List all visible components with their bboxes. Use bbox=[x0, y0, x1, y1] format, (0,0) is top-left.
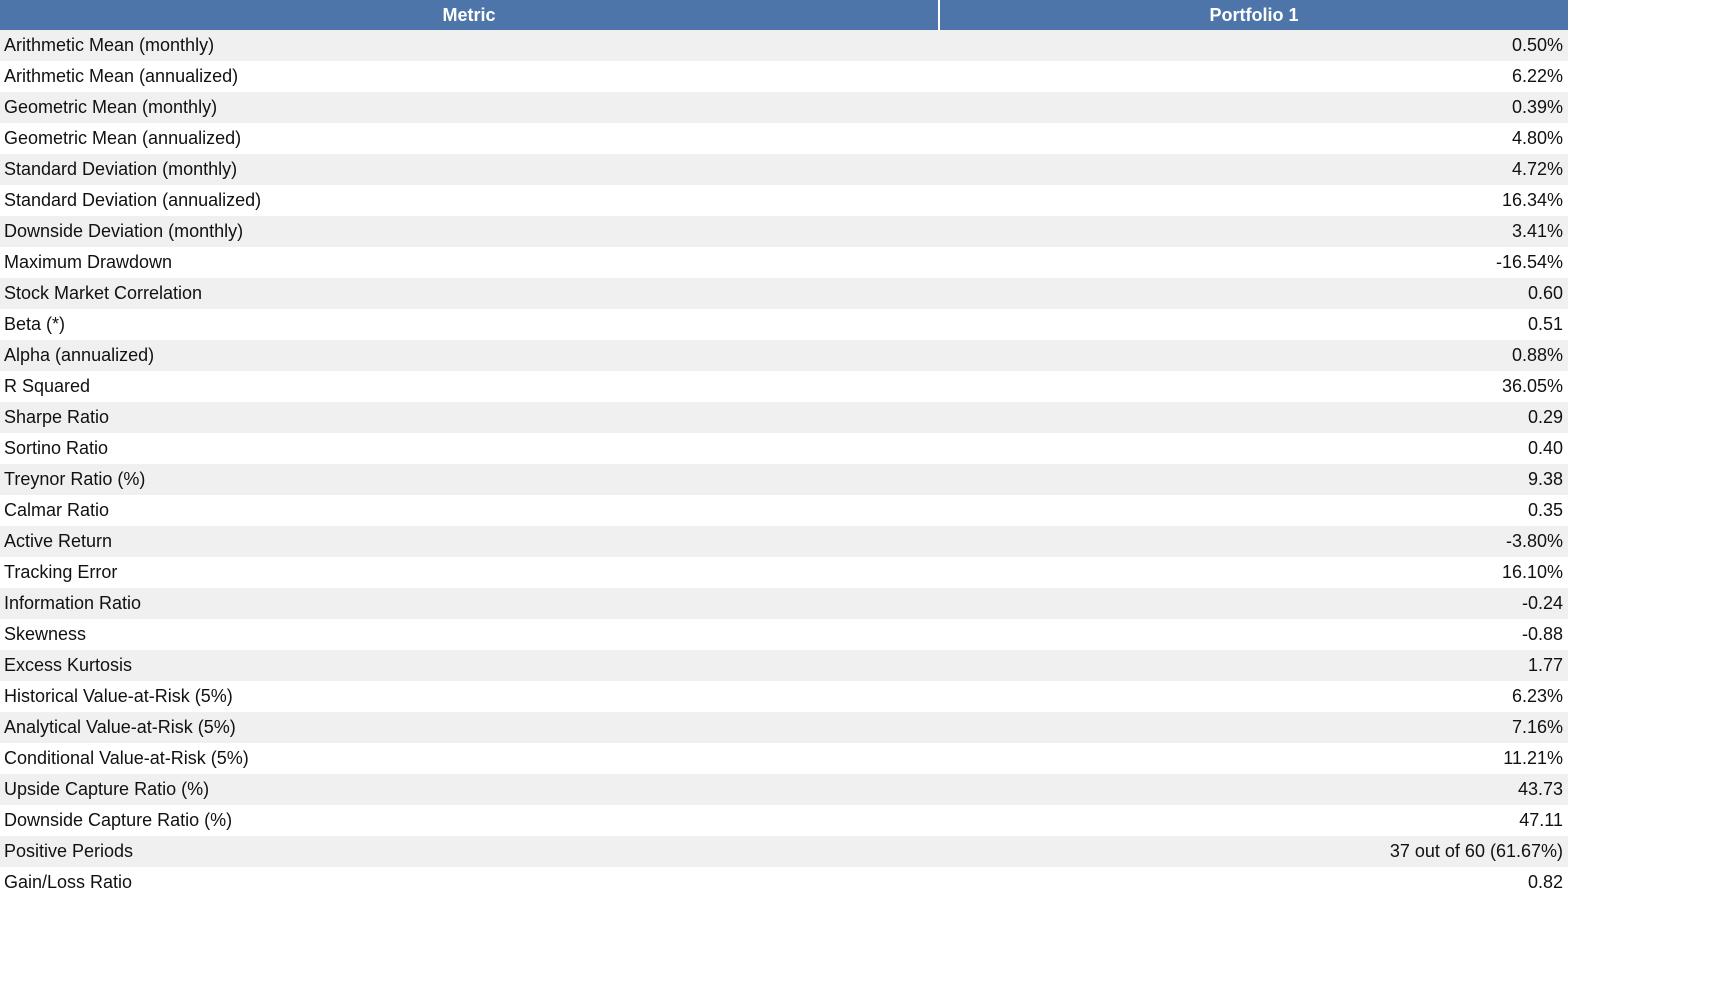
metric-value-cell: -16.54% bbox=[939, 247, 1568, 278]
metric-name-cell: Excess Kurtosis bbox=[0, 650, 939, 681]
metric-name-cell: Alpha (annualized) bbox=[0, 340, 939, 371]
table-row: Positive Periods 37 out of 60 (61.67%) bbox=[0, 836, 1568, 867]
metric-name-cell: Calmar Ratio bbox=[0, 495, 939, 526]
column-header-metric[interactable]: Metric bbox=[0, 0, 940, 30]
metric-name-cell: Geometric Mean (annualized) bbox=[0, 123, 939, 154]
metric-name-cell: Beta (*) bbox=[0, 309, 939, 340]
metric-name-cell: Analytical Value-at-Risk (5%) bbox=[0, 712, 939, 743]
metric-value-cell: -3.80% bbox=[939, 526, 1568, 557]
table-row: Downside Deviation (monthly) 3.41% bbox=[0, 216, 1568, 247]
table-row: Active Return -3.80% bbox=[0, 526, 1568, 557]
metric-name-cell: Information Ratio bbox=[0, 588, 939, 619]
metric-value-cell: 0.39% bbox=[939, 92, 1568, 123]
table-header: Metric Portfolio 1 bbox=[0, 0, 1568, 30]
metric-name-cell: Conditional Value-at-Risk (5%) bbox=[0, 743, 939, 774]
metric-name-cell: Historical Value-at-Risk (5%) bbox=[0, 681, 939, 712]
metric-name-cell: Maximum Drawdown bbox=[0, 247, 939, 278]
metric-value-cell: 11.21% bbox=[939, 743, 1568, 774]
table-row: Geometric Mean (annualized) 4.80% bbox=[0, 123, 1568, 154]
metric-value-cell: 16.34% bbox=[939, 185, 1568, 216]
metric-name-cell: Standard Deviation (annualized) bbox=[0, 185, 939, 216]
table-row: Downside Capture Ratio (%) 47.11 bbox=[0, 805, 1568, 836]
table-row: Standard Deviation (monthly) 4.72% bbox=[0, 154, 1568, 185]
column-header-portfolio-1[interactable]: Portfolio 1 bbox=[939, 0, 1568, 30]
risk-metrics-table-container: Metric Portfolio 1 Arithmetic Mean (mont… bbox=[0, 0, 1568, 898]
metric-value-cell: 6.23% bbox=[939, 681, 1568, 712]
metric-value-cell: 0.51 bbox=[939, 309, 1568, 340]
table-row: Excess Kurtosis 1.77 bbox=[0, 650, 1568, 681]
risk-metrics-table: Metric Portfolio 1 Arithmetic Mean (mont… bbox=[0, 0, 1568, 898]
metric-value-cell: 43.73 bbox=[939, 774, 1568, 805]
metric-value-cell: 0.88% bbox=[939, 340, 1568, 371]
metric-value-cell: 0.82 bbox=[939, 867, 1568, 898]
metric-value-cell: 16.10% bbox=[939, 557, 1568, 588]
table-row: Sortino Ratio 0.40 bbox=[0, 433, 1568, 464]
metric-name-cell: Arithmetic Mean (monthly) bbox=[0, 30, 939, 61]
table-row: Geometric Mean (monthly) 0.39% bbox=[0, 92, 1568, 123]
metric-value-cell: 1.77 bbox=[939, 650, 1568, 681]
metric-name-cell: Downside Capture Ratio (%) bbox=[0, 805, 939, 836]
table-row: Sharpe Ratio 0.29 bbox=[0, 402, 1568, 433]
table-row: Stock Market Correlation 0.60 bbox=[0, 278, 1568, 309]
metric-value-cell: 0.60 bbox=[939, 278, 1568, 309]
metric-name-cell: Arithmetic Mean (annualized) bbox=[0, 61, 939, 92]
metric-value-cell: 7.16% bbox=[939, 712, 1568, 743]
metric-value-cell: -0.88 bbox=[939, 619, 1568, 650]
table-row: Skewness -0.88 bbox=[0, 619, 1568, 650]
metric-value-cell: 0.35 bbox=[939, 495, 1568, 526]
metric-name-cell: Treynor Ratio (%) bbox=[0, 464, 939, 495]
metric-name-cell: Sortino Ratio bbox=[0, 433, 939, 464]
metric-value-cell: 6.22% bbox=[939, 61, 1568, 92]
table-row: Upside Capture Ratio (%) 43.73 bbox=[0, 774, 1568, 805]
metric-value-cell: 37 out of 60 (61.67%) bbox=[939, 836, 1568, 867]
table-row: Analytical Value-at-Risk (5%) 7.16% bbox=[0, 712, 1568, 743]
table-row: Treynor Ratio (%) 9.38 bbox=[0, 464, 1568, 495]
table-row: Tracking Error 16.10% bbox=[0, 557, 1568, 588]
table-row: Historical Value-at-Risk (5%) 6.23% bbox=[0, 681, 1568, 712]
table-row: Maximum Drawdown -16.54% bbox=[0, 247, 1568, 278]
table-body: Arithmetic Mean (monthly) 0.50% Arithmetic… bbox=[0, 30, 1568, 898]
metric-name-cell: Standard Deviation (monthly) bbox=[0, 154, 939, 185]
table-row: Standard Deviation (annualized) 16.34% bbox=[0, 185, 1568, 216]
table-row: Alpha (annualized) 0.88% bbox=[0, 340, 1568, 371]
metric-value-cell: 0.40 bbox=[939, 433, 1568, 464]
metric-value-cell: 36.05% bbox=[939, 371, 1568, 402]
metric-name-cell: Stock Market Correlation bbox=[0, 278, 939, 309]
header-row: Metric Portfolio 1 bbox=[0, 0, 1568, 30]
table-row: Calmar Ratio 0.35 bbox=[0, 495, 1568, 526]
metric-value-cell: 0.50% bbox=[939, 30, 1568, 61]
table-row: Beta (*) 0.51 bbox=[0, 309, 1568, 340]
metric-value-cell: 47.11 bbox=[939, 805, 1568, 836]
metric-value-cell: 3.41% bbox=[939, 216, 1568, 247]
metric-value-cell: 4.80% bbox=[939, 123, 1568, 154]
metric-name-cell: Active Return bbox=[0, 526, 939, 557]
table-row: Conditional Value-at-Risk (5%) 11.21% bbox=[0, 743, 1568, 774]
metric-name-cell: Skewness bbox=[0, 619, 939, 650]
metric-name-cell: Sharpe Ratio bbox=[0, 402, 939, 433]
table-row: Arithmetic Mean (monthly) 0.50% bbox=[0, 30, 1568, 61]
metric-name-cell: R Squared bbox=[0, 371, 939, 402]
metric-value-cell: 4.72% bbox=[939, 154, 1568, 185]
metric-value-cell: 9.38 bbox=[939, 464, 1568, 495]
table-row: Information Ratio -0.24 bbox=[0, 588, 1568, 619]
metric-name-cell: Positive Periods bbox=[0, 836, 939, 867]
metric-value-cell: 0.29 bbox=[939, 402, 1568, 433]
metric-name-cell: Upside Capture Ratio (%) bbox=[0, 774, 939, 805]
metric-value-cell: -0.24 bbox=[939, 588, 1568, 619]
metric-name-cell: Downside Deviation (monthly) bbox=[0, 216, 939, 247]
metric-name-cell: Gain/Loss Ratio bbox=[0, 867, 939, 898]
table-row: Gain/Loss Ratio 0.82 bbox=[0, 867, 1568, 898]
metric-name-cell: Tracking Error bbox=[0, 557, 939, 588]
metric-name-cell: Geometric Mean (monthly) bbox=[0, 92, 939, 123]
table-row: R Squared 36.05% bbox=[0, 371, 1568, 402]
table-row: Arithmetic Mean (annualized) 6.22% bbox=[0, 61, 1568, 92]
